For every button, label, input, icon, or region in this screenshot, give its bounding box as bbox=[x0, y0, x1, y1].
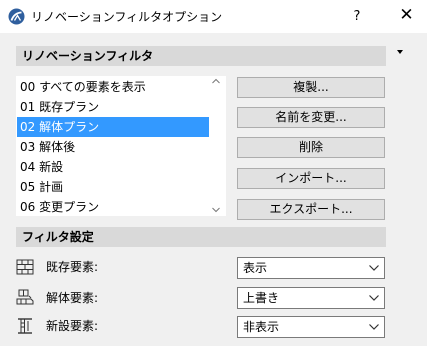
list-item-selected[interactable]: 02 解体プラン bbox=[17, 117, 209, 137]
chevron-down-icon bbox=[369, 324, 379, 330]
chevron-down-icon bbox=[369, 295, 379, 301]
window-title: リノベーションフィルタオプション bbox=[31, 10, 223, 24]
delete-button[interactable]: 削除 bbox=[237, 137, 385, 158]
renovation-filter-header: リノベーションフィルタ bbox=[16, 46, 386, 66]
duplicate-button[interactable]: 複製... bbox=[237, 77, 385, 98]
list-item[interactable]: 01 既存プラン bbox=[17, 97, 209, 117]
list-item[interactable]: 00 すべての要素を表示 bbox=[17, 77, 209, 97]
existing-element-icon bbox=[16, 259, 34, 275]
new-elements-select[interactable]: 非表示 bbox=[237, 316, 385, 338]
list-item[interactable]: 06 変更プラン bbox=[17, 197, 209, 217]
new-elements-label: 新設要素: bbox=[46, 319, 99, 333]
help-button[interactable]: ? bbox=[340, 0, 374, 33]
list-item[interactable]: 03 解体後 bbox=[17, 137, 209, 157]
demolished-elements-label: 解体要素: bbox=[46, 291, 99, 305]
demolished-elements-value: 上書き bbox=[243, 291, 280, 305]
demolished-element-icon bbox=[16, 289, 34, 305]
new-elements-value: 非表示 bbox=[243, 320, 280, 334]
archicad-app-icon bbox=[8, 8, 25, 25]
chevron-down-icon bbox=[369, 265, 379, 271]
panel-menu-icon[interactable] bbox=[397, 50, 403, 54]
existing-elements-value: 表示 bbox=[243, 261, 268, 275]
export-button[interactable]: エクスポート... bbox=[237, 199, 385, 220]
existing-elements-select[interactable]: 表示 bbox=[237, 257, 385, 279]
new-element-icon bbox=[18, 318, 32, 334]
renovation-filter-list[interactable]: 00 すべての要素を表示 01 既存プラン 02 解体プラン 03 解体後 04… bbox=[16, 76, 226, 216]
list-item[interactable]: 05 計画 bbox=[17, 177, 209, 197]
filter-settings-header: フィルタ設定 bbox=[16, 227, 386, 247]
scroll-up-icon[interactable] bbox=[212, 78, 220, 84]
rename-button[interactable]: 名前を変更... bbox=[237, 107, 385, 128]
title-bar: リノベーションフィルタオプション ? ✕ bbox=[0, 0, 427, 33]
close-button[interactable]: ✕ bbox=[386, 0, 427, 33]
list-item[interactable]: 04 新設 bbox=[17, 157, 209, 177]
demolished-elements-select[interactable]: 上書き bbox=[237, 287, 385, 309]
existing-elements-label: 既存要素: bbox=[46, 260, 99, 274]
scroll-down-icon[interactable] bbox=[212, 207, 220, 213]
import-button[interactable]: インポート... bbox=[237, 168, 385, 189]
